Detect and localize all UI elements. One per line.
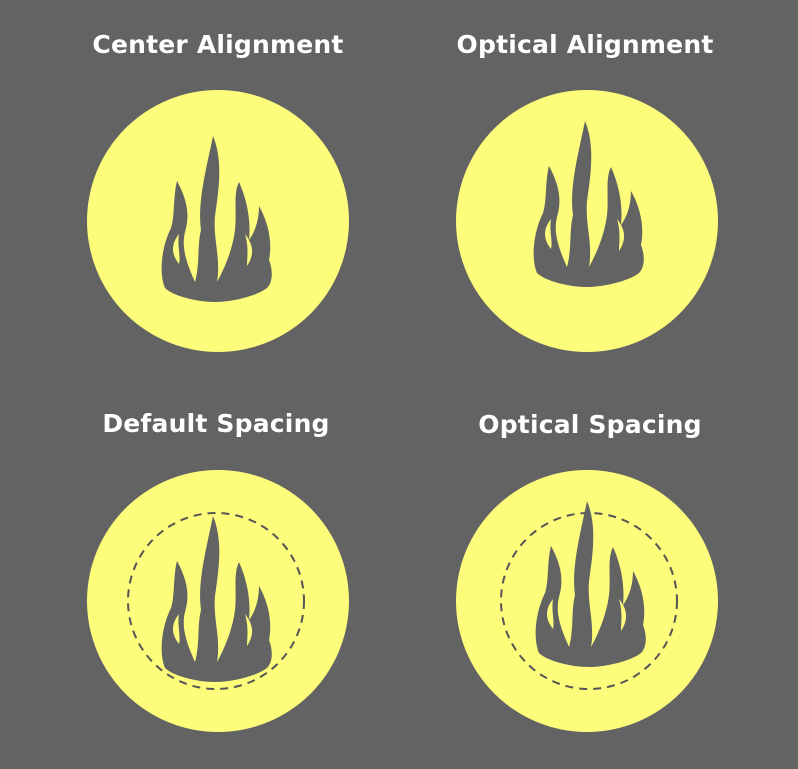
panel-center-alignment <box>87 90 349 352</box>
panel-default-spacing <box>87 470 349 732</box>
optical-alignment-diagram: Center Alignment Optical Alignment Defau… <box>0 0 798 769</box>
panel-optical-alignment <box>456 90 718 352</box>
badge-circle <box>87 470 349 732</box>
panel-optical-spacing <box>456 470 718 732</box>
diagram-canvas <box>87 90 718 732</box>
badge-circle <box>87 90 349 352</box>
